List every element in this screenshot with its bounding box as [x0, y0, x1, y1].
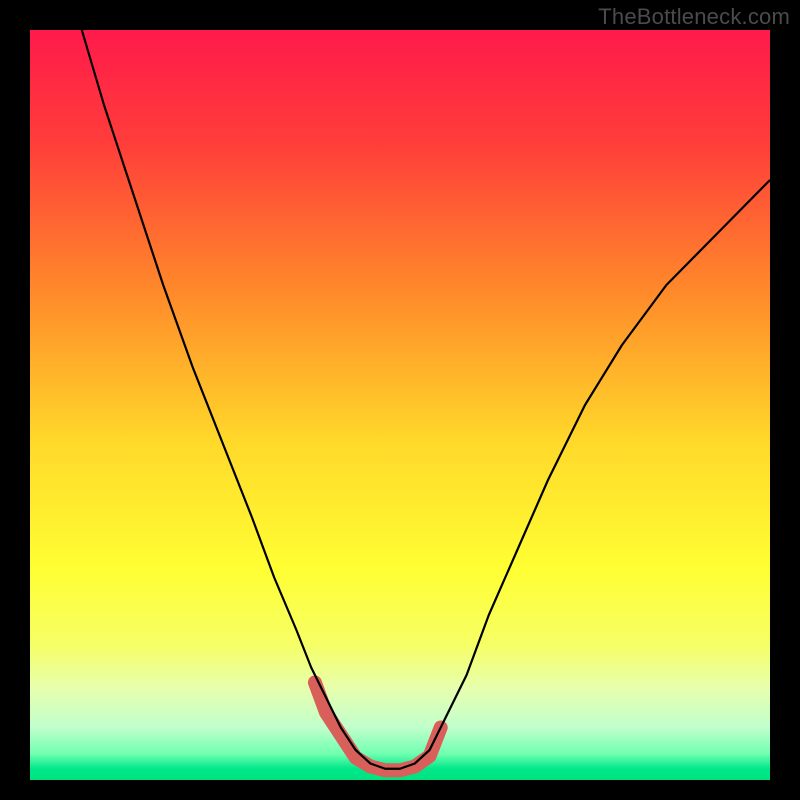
chart-frame: TheBottleneck.com	[0, 0, 800, 800]
bottleneck-chart	[0, 0, 800, 800]
gradient-background	[30, 30, 770, 780]
watermark-text: TheBottleneck.com	[598, 4, 790, 30]
